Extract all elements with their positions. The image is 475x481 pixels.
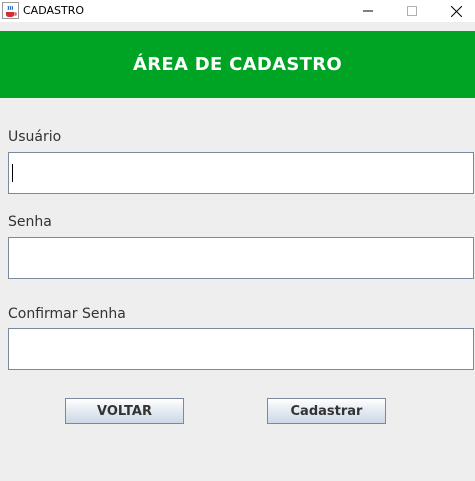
- back-button[interactable]: VOLTAR: [65, 398, 184, 424]
- username-input[interactable]: [8, 152, 474, 194]
- window-titlebar[interactable]: CADASTRO: [0, 0, 475, 22]
- maximize-icon: [407, 6, 417, 16]
- header-banner: ÁREA DE CADASTRO: [0, 31, 475, 98]
- text-cursor: [12, 164, 13, 182]
- close-icon: [450, 5, 462, 17]
- password-input[interactable]: [8, 237, 474, 279]
- page-title: ÁREA DE CADASTRO: [132, 54, 342, 75]
- password-label: Senha: [8, 214, 52, 230]
- username-label: Usuário: [8, 129, 62, 145]
- java-coffee-icon: [2, 2, 19, 19]
- close-button[interactable]: [433, 0, 475, 22]
- window-title: CADASTRO: [23, 4, 85, 17]
- register-button-label: Cadastrar: [290, 403, 363, 419]
- register-button[interactable]: Cadastrar: [267, 398, 386, 424]
- minimize-button[interactable]: [345, 0, 391, 22]
- confirm-password-input[interactable]: [8, 328, 474, 370]
- back-button-label: VOLTAR: [97, 403, 152, 419]
- maximize-button[interactable]: [389, 0, 435, 22]
- minimize-icon: [363, 10, 373, 12]
- confirm-password-label: Confirmar Senha: [8, 306, 126, 322]
